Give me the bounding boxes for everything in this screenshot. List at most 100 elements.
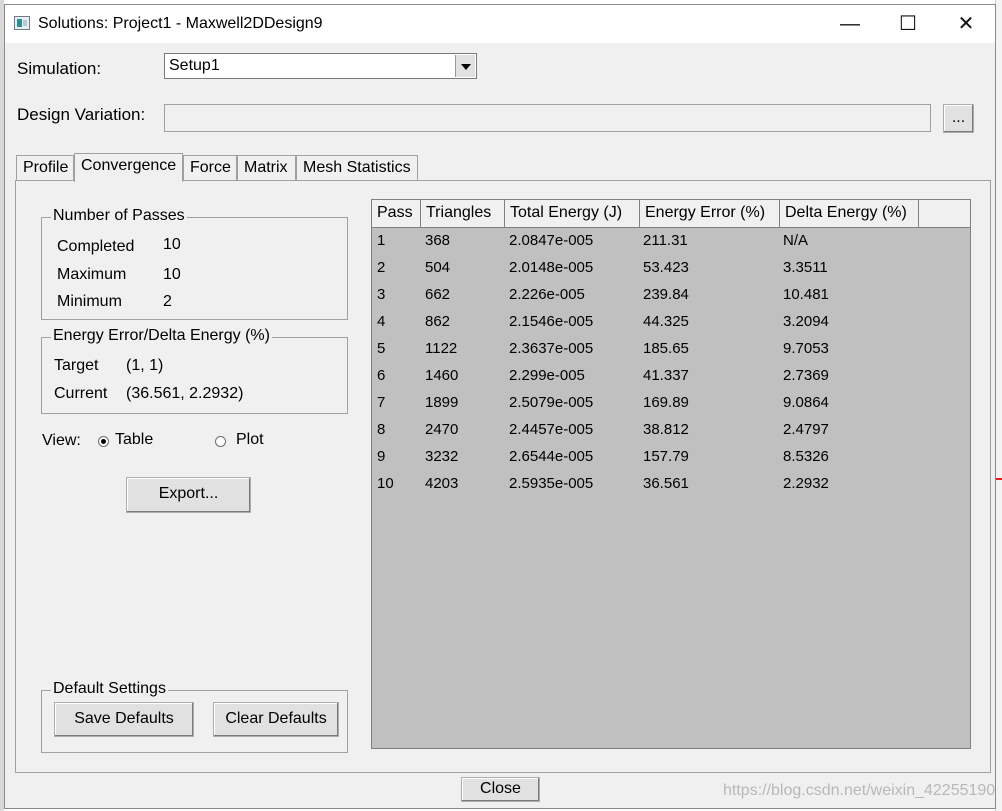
table-cell: 9.0864 <box>783 394 829 411</box>
title-bar: Solutions: Project1 - Maxwell2DDesign9 —… <box>5 5 995 43</box>
table-cell: 239.84 <box>643 286 689 303</box>
app-icon <box>14 16 30 30</box>
table-cell: 41.337 <box>643 367 689 384</box>
table-cell: 2 <box>377 259 386 276</box>
table-cell: 38.812 <box>643 421 689 438</box>
table-cell: 8 <box>377 421 386 438</box>
table-header: Pass Triangles Total Energy (J) Energy E… <box>372 200 970 228</box>
maximum-label: Maximum <box>57 266 127 283</box>
solutions-window: Solutions: Project1 - Maxwell2DDesign9 —… <box>4 4 996 809</box>
number-of-passes-title: Number of Passes <box>51 207 187 225</box>
energy-error-group: Energy Error/Delta Energy (%) Target (1,… <box>41 327 348 414</box>
design-variation-browse-button[interactable]: ... <box>943 104 974 133</box>
minimize-button[interactable]: — <box>821 5 879 43</box>
window-title: Solutions: Project1 - Maxwell2DDesign9 <box>38 15 323 32</box>
table-cell: 2.299e-005 <box>509 367 585 384</box>
table-cell: 9.7053 <box>783 340 829 357</box>
table-cell: 368 <box>425 232 451 249</box>
view-plot-label[interactable]: Plot <box>236 431 264 449</box>
table-cell: 157.79 <box>643 448 689 465</box>
target-value: (1, 1) <box>126 357 164 374</box>
table-cell: 53.423 <box>643 259 689 276</box>
export-button[interactable]: Export... <box>126 477 251 513</box>
table-cell: 7 <box>377 394 386 411</box>
table-cell: 4203 <box>425 475 459 492</box>
simulation-label: Simulation: <box>17 59 102 78</box>
background-strip-right <box>995 0 1002 811</box>
column-header-total-energy[interactable]: Total Energy (J) <box>505 200 640 227</box>
table-cell: 2.1546e-005 <box>509 313 594 330</box>
view-label: View: <box>42 432 81 449</box>
column-header-energy-error[interactable]: Energy Error (%) <box>640 200 780 227</box>
simulation-value: Setup1 <box>169 57 220 74</box>
table-cell: 10.481 <box>783 286 829 303</box>
table-cell: 2.7369 <box>783 367 829 384</box>
completed-label: Completed <box>57 238 135 255</box>
table-cell: 2.226e-005 <box>509 286 585 303</box>
table-cell: 5 <box>377 340 386 357</box>
view-table-radio[interactable] <box>98 436 109 447</box>
table-cell: 10 <box>377 475 394 492</box>
maximum-value: 10 <box>163 266 181 283</box>
table-cell: 211.31 <box>643 232 688 249</box>
table-cell: 2.6544e-005 <box>509 448 594 465</box>
table-cell: 504 <box>425 259 451 276</box>
table-cell: 2.0847e-005 <box>509 232 594 249</box>
current-value: (36.561, 2.2932) <box>126 385 244 402</box>
table-cell: 36.561 <box>643 475 689 492</box>
view-plot-radio[interactable] <box>215 436 226 447</box>
table-cell: 2.5079e-005 <box>509 394 594 411</box>
table-cell: 3232 <box>425 448 459 465</box>
current-label: Current <box>54 385 108 402</box>
table-cell: 3 <box>377 286 386 303</box>
close-button[interactable]: Close <box>461 777 540 802</box>
default-settings-title: Default Settings <box>51 680 168 698</box>
table-cell: 2.2932 <box>783 475 829 492</box>
table-cell: 2.5935e-005 <box>509 475 594 492</box>
table-cell: 169.89 <box>643 394 689 411</box>
simulation-select[interactable]: Setup1 <box>164 53 477 79</box>
convergence-table: Pass Triangles Total Energy (J) Energy E… <box>371 199 971 749</box>
design-variation-label: Design Variation: <box>17 105 146 124</box>
table-cell: 1122 <box>425 340 458 357</box>
table-cell: 3.3511 <box>783 259 828 276</box>
table-cell: 6 <box>377 367 386 384</box>
table-cell: 2.3637e-005 <box>509 340 594 357</box>
watermark-text: https://blog.csdn.net/weixin_42255190 <box>723 782 996 799</box>
table-cell: 4 <box>377 313 386 330</box>
tab-force[interactable]: Force <box>183 155 237 181</box>
maximize-button[interactable]: ☐ <box>879 5 937 43</box>
chevron-down-icon[interactable] <box>455 55 475 77</box>
tab-matrix[interactable]: Matrix <box>237 155 296 181</box>
target-label: Target <box>54 357 99 374</box>
view-table-label[interactable]: Table <box>115 431 153 449</box>
tab-profile[interactable]: Profile <box>16 155 74 181</box>
energy-error-title: Energy Error/Delta Energy (%) <box>51 327 272 345</box>
table-cell: 1 <box>377 232 386 249</box>
table-cell: 44.325 <box>643 313 689 330</box>
column-header-pass[interactable]: Pass <box>372 200 421 227</box>
column-header-triangles[interactable]: Triangles <box>421 200 505 227</box>
table-cell: 9 <box>377 448 386 465</box>
clear-defaults-button[interactable]: Clear Defaults <box>213 702 339 737</box>
minimum-label: Minimum <box>57 293 122 310</box>
table-cell: 1460 <box>425 367 459 384</box>
table-cell: 2.4797 <box>783 421 829 438</box>
table-cell: 1899 <box>425 394 459 411</box>
table-cell: 2.0148e-005 <box>509 259 594 276</box>
table-cell: 662 <box>425 286 451 303</box>
column-header-delta-energy[interactable]: Delta Energy (%) <box>780 200 919 227</box>
table-cell: 3.2094 <box>783 313 829 330</box>
design-variation-field[interactable] <box>164 104 931 132</box>
background-red-mark <box>996 478 1002 480</box>
table-cell: 862 <box>425 313 451 330</box>
table-cell: 185.65 <box>643 340 689 357</box>
table-cell: 8.5326 <box>783 448 829 465</box>
tab-mesh-statistics[interactable]: Mesh Statistics <box>296 155 418 181</box>
number-of-passes-group: Number of Passes Completed 10 Maximum 10… <box>41 207 348 320</box>
close-window-button[interactable]: ✕ <box>937 5 995 43</box>
save-defaults-button[interactable]: Save Defaults <box>54 702 194 737</box>
table-cell: N/A <box>783 232 809 249</box>
minimum-value: 2 <box>163 293 172 310</box>
tab-convergence[interactable]: Convergence <box>74 153 183 182</box>
